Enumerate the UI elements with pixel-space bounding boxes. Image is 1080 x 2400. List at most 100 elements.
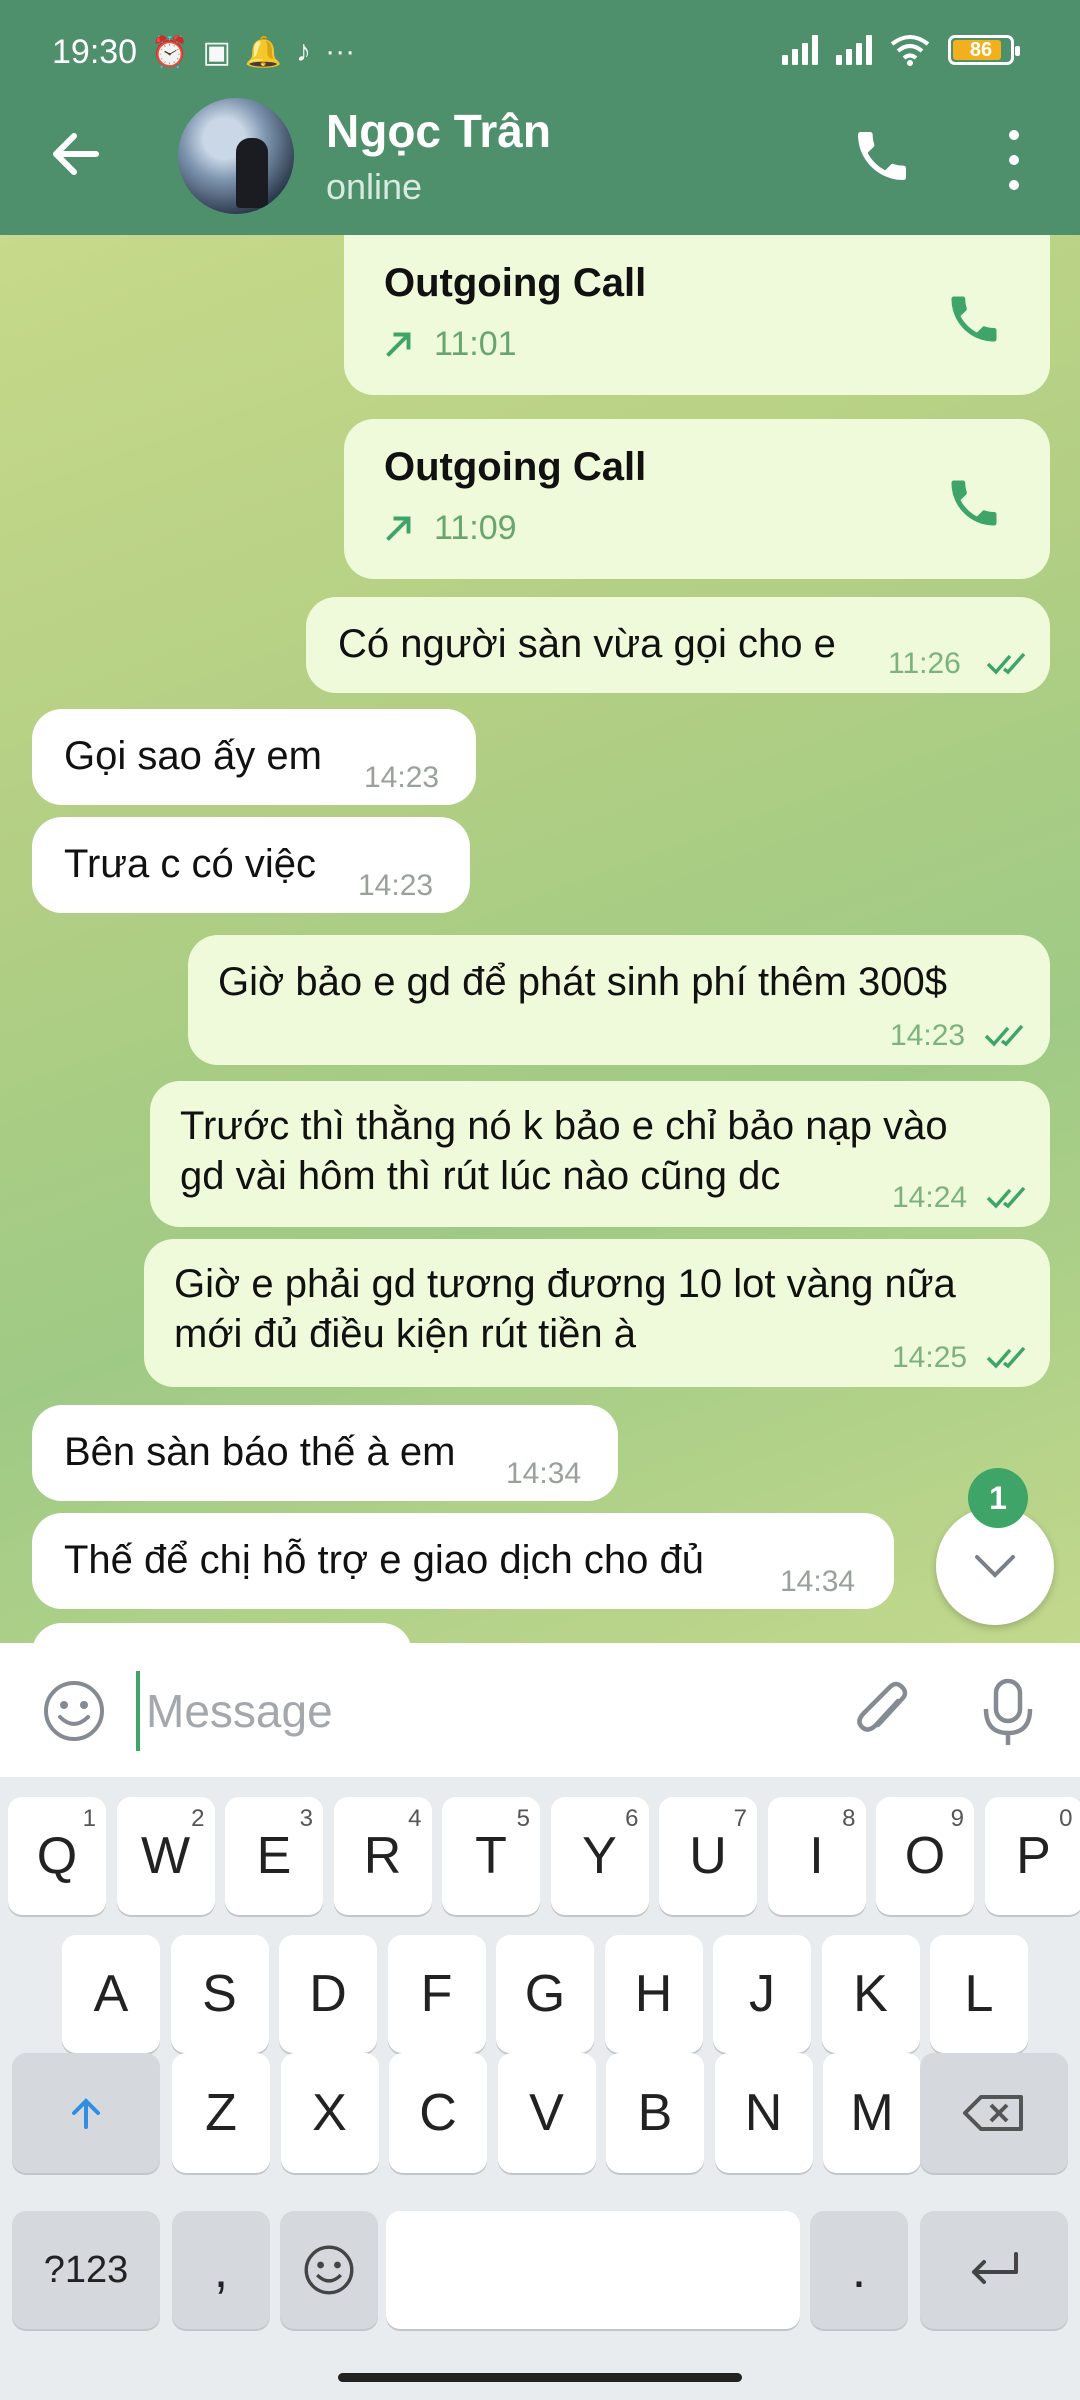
key-k[interactable]: K <box>821 1935 920 2053</box>
emoji-key[interactable] <box>280 2211 378 2329</box>
key-d[interactable]: D <box>279 1935 377 2053</box>
key-i[interactable]: I8 <box>767 1797 866 1915</box>
incoming-message-partial[interactable] <box>32 1623 412 1643</box>
signal-icon-2 <box>836 35 872 65</box>
key-label: G <box>524 1965 566 2023</box>
key-label: A <box>93 1965 129 2023</box>
read-receipt-icon <box>986 652 1026 675</box>
key-label: Y <box>582 1827 617 1885</box>
bell-icon: 🔔 <box>244 35 283 69</box>
key-label: M <box>850 2084 894 2142</box>
contact-name[interactable]: Ngọc Trân <box>326 104 551 158</box>
on-screen-keyboard: Q1W2E3R4T5Y6U7I8O9P0 ASD F GHJKL Z X CVBN M ?… <box>0 1777 1080 2400</box>
phone-icon[interactable] <box>944 289 1004 349</box>
zalo-icon: ▣ <box>202 35 231 69</box>
back-arrow-icon[interactable] <box>44 122 108 186</box>
message-text: Có người sàn vừa gọi cho e <box>338 622 836 666</box>
symbols-key[interactable]: ?123 <box>12 2211 160 2329</box>
key-m[interactable]: M <box>823 2053 921 2173</box>
phone-call-icon[interactable] <box>850 124 914 188</box>
chat-area[interactable]: Outgoing Call 11:01 Outgoing Call 11:09 … <box>0 235 1080 1643</box>
key-n[interactable]: N <box>714 2053 813 2173</box>
key-q[interactable]: Q1 <box>8 1797 106 1915</box>
key-g[interactable]: G <box>496 1935 594 2053</box>
comma-key[interactable]: , <box>172 2211 270 2329</box>
key-u[interactable]: U7 <box>659 1797 757 1915</box>
key-number-hint: 0 <box>1059 1805 1073 1832</box>
key-e[interactable]: E3 <box>225 1797 323 1915</box>
incoming-message[interactable]: Thế để chị hỗ trợ e giao dịch cho đủ 14:… <box>32 1513 894 1609</box>
key-s[interactable]: S <box>170 1935 269 2053</box>
key-label: X <box>312 2084 347 2142</box>
incoming-message[interactable]: Gọi sao ấy em 14:23 <box>32 709 476 805</box>
emoji-icon[interactable] <box>42 1679 106 1743</box>
message-text: Trước thì thằng nó k bảo e chỉ bảo nạp v… <box>180 1101 948 1201</box>
more-menu-icon[interactable] <box>994 130 1034 190</box>
key-x[interactable]: X <box>280 2053 379 2173</box>
home-indicator[interactable] <box>338 2373 742 2382</box>
key-w[interactable]: W2 <box>116 1797 215 1915</box>
key-label: Z <box>205 2084 237 2142</box>
key-label: C <box>419 2084 457 2142</box>
message-text: Gọi sao ấy em <box>64 734 322 778</box>
period-key[interactable]: . <box>810 2211 908 2329</box>
key-l[interactable]: L <box>930 1935 1028 2053</box>
avatar[interactable] <box>178 98 294 214</box>
microphone-icon[interactable] <box>980 1677 1036 1747</box>
key-label: F <box>420 1965 453 2023</box>
key-r[interactable]: R4 <box>333 1797 432 1915</box>
key-h[interactable]: H <box>604 1935 703 2053</box>
key-p[interactable]: P0 <box>984 1797 1080 1915</box>
enter-icon <box>972 2252 1018 2284</box>
key-a[interactable]: A <box>62 1935 160 2053</box>
outgoing-message[interactable]: Giờ e phải gd tương đương 10 lot vàng nữ… <box>144 1239 1050 1387</box>
message-time: 14:34 <box>780 1565 856 1598</box>
space-key[interactable] <box>386 2211 800 2329</box>
key-z[interactable]: Z <box>172 2053 270 2173</box>
chat-header: 19:30 ⏰ ▣ 🔔 ♪ ··· 86 Ngọc Trân online <box>0 0 1080 235</box>
battery-level: 86 <box>969 38 993 61</box>
outgoing-message[interactable]: Có người sàn vừa gọi cho e 11:26 <box>306 597 1050 693</box>
outgoing-message[interactable]: Trước thì thằng nó k bảo e chỉ bảo nạp v… <box>150 1081 1050 1227</box>
key-f[interactable]: F <box>387 1935 486 2053</box>
phone-icon[interactable] <box>944 473 1004 533</box>
key-t[interactable]: T5 <box>442 1797 540 1915</box>
key-label: N <box>744 2084 783 2142</box>
enter-key[interactable] <box>920 2211 1068 2329</box>
shift-key[interactable] <box>12 2053 160 2173</box>
shift-arrow-icon <box>72 2098 100 2129</box>
read-receipt-icon <box>984 1024 1024 1047</box>
key-o[interactable]: O9 <box>876 1797 974 1915</box>
key-b[interactable]: B <box>606 2053 704 2173</box>
key-j[interactable]: J <box>713 1935 811 2053</box>
message-time: 14:23 <box>364 761 440 794</box>
key-label: J <box>749 1965 775 2023</box>
more-notifications-icon: ··· <box>325 35 356 68</box>
key-label: T <box>475 1827 507 1885</box>
emoji-keyboard-icon <box>304 2245 354 2295</box>
call-time: 11:09 <box>434 509 517 547</box>
status-right: 86 <box>782 34 1020 66</box>
call-message[interactable]: Outgoing Call 11:01 <box>344 235 1050 395</box>
outgoing-message[interactable]: Giờ bảo e gd để phát sinh phí thêm 300$ … <box>188 935 1050 1065</box>
key-label: L <box>964 1965 994 2023</box>
status-bar: 19:30 ⏰ ▣ 🔔 ♪ ··· <box>52 30 355 74</box>
incoming-message[interactable]: Trưa c có việc 14:23 <box>32 817 470 913</box>
backspace-key[interactable] <box>920 2053 1068 2173</box>
paperclip-icon[interactable] <box>852 1677 916 1745</box>
message-input-bar <box>0 1643 1080 1777</box>
key-label: I <box>809 1827 824 1885</box>
key-number-hint: 2 <box>191 1805 205 1832</box>
key-v[interactable]: V <box>497 2053 596 2173</box>
message-time: 14:24 <box>892 1181 968 1214</box>
key-number-hint: 3 <box>299 1805 313 1832</box>
key-y[interactable]: Y6 <box>550 1797 649 1915</box>
message-time: 14:34 <box>506 1457 582 1490</box>
call-message[interactable]: Outgoing Call 11:09 <box>344 419 1050 579</box>
incoming-message[interactable]: Bên sàn báo thế à em 14:34 <box>32 1405 618 1501</box>
key-label: D <box>309 1965 347 2023</box>
key-c[interactable]: C <box>389 2053 487 2173</box>
message-input[interactable] <box>136 1671 836 1751</box>
backspace-icon <box>963 2095 1023 2131</box>
read-receipt-icon <box>986 1346 1026 1369</box>
